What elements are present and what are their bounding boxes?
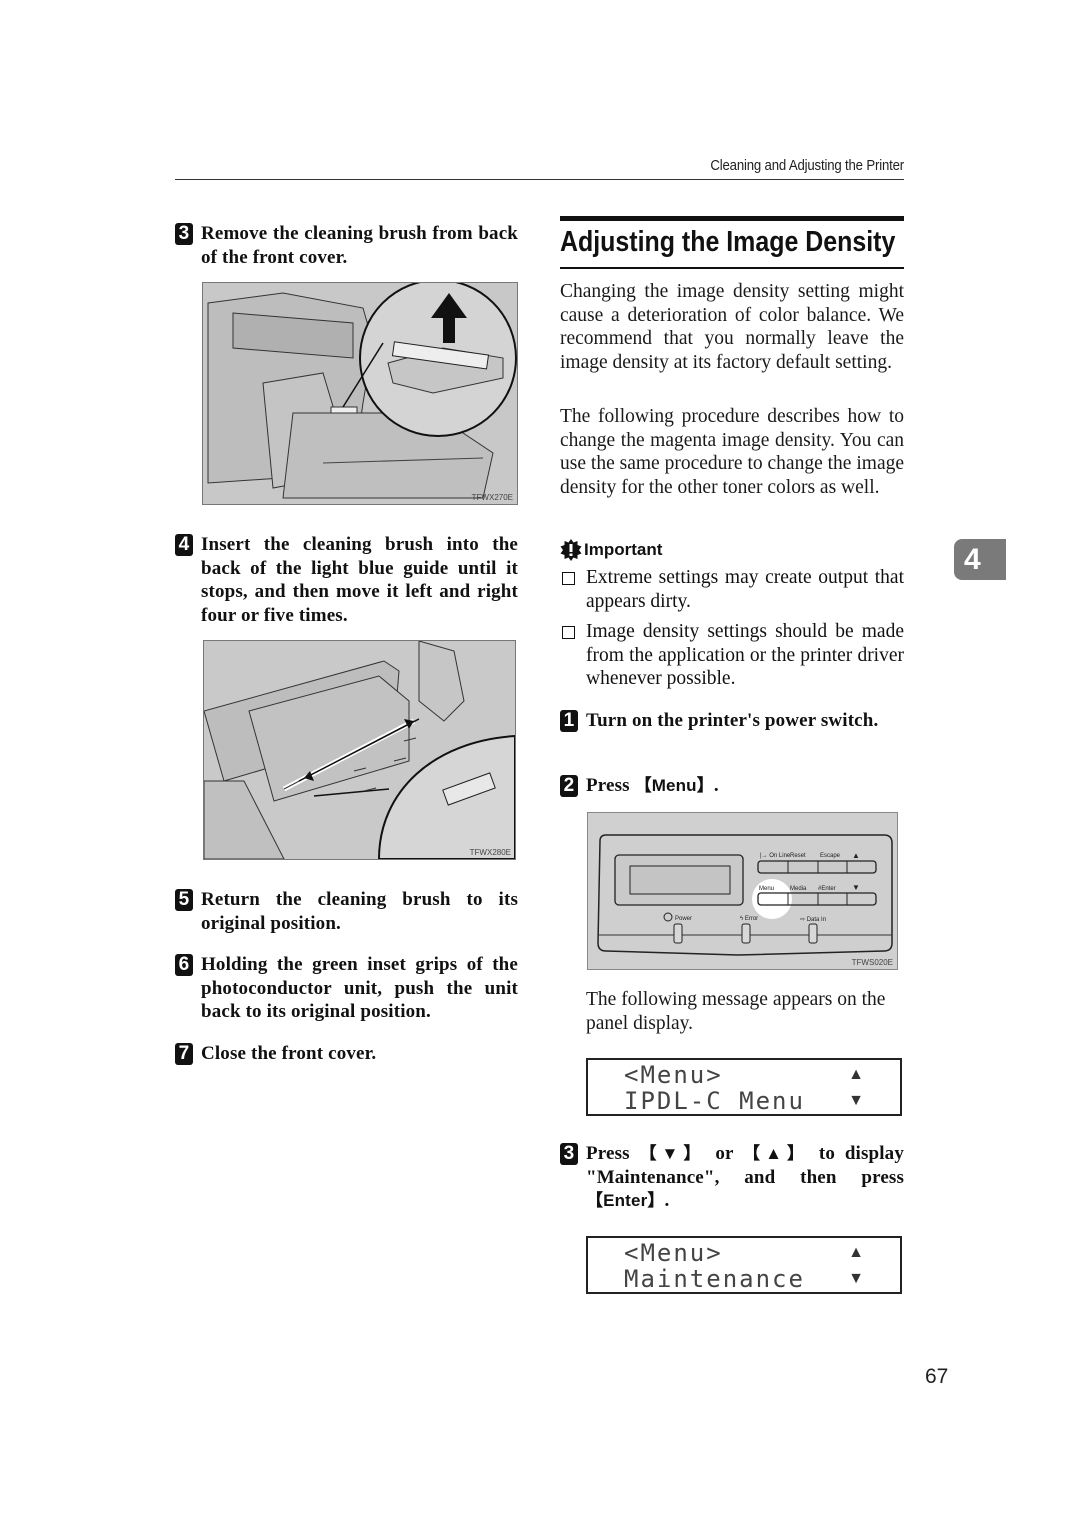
figure-code: TFWX280E [469,848,511,857]
figure-brush-insertion: TFWX280E [203,640,516,860]
menu-label: Menu [759,886,774,892]
important-icon [560,539,582,561]
figure-code: TFWS020E [851,958,893,967]
lcd-down-arrow-icon: ▼ [848,1270,864,1287]
step-number: 5 [175,889,193,911]
data-in-label: ⇨ Data In [800,917,826,923]
lcd-line-2: Maintenance [624,1265,805,1293]
down-arrow-label: ▼ [852,883,860,892]
step-1-power-on: 1 Turn on the printer's power switch. [560,709,904,733]
lcd-line-2: IPDL-C Menu [624,1087,805,1115]
step-text: Return the cleaning brush to its origina… [201,889,518,934]
important-heading: Important [560,539,662,561]
checkbox-bullet-icon [562,572,575,585]
step-text: . [664,1190,670,1211]
lcd-up-arrow-icon: ▲ [848,1244,864,1261]
lcd-up-arrow-icon: ▲ [848,1066,864,1083]
on-line-label: |→ On Line [760,853,791,859]
step-6-push-unit: 6 Holding the green inset grips of the p… [175,953,518,1024]
step-7-close-cover: 7 Close the front cover. [175,1042,518,1066]
menu-key-label: 【Menu】 [634,776,714,795]
power-label: Power [675,916,692,922]
step-5-return-brush: 5 Return the cleaning brush to its origi… [175,888,518,935]
step-text: Press [586,1143,640,1164]
up-arrow-label: ▲ [852,851,860,860]
step-number: 7 [175,1043,193,1065]
step-number: 3 [560,1143,578,1165]
section-title: Adjusting the Image Density [560,226,896,258]
figure-control-panel: |→ On Line Reset Escape ▲ Menu Media #En… [587,812,898,970]
page-number: 67 [925,1365,949,1388]
chapter-tab[interactable]: 4 [954,539,1006,580]
section-title-rule-top [560,216,904,221]
step-3-select-maintenance: 3 Press 【▼】 or 【▲】 to display "Maintenan… [560,1142,904,1213]
printer-illustration-2 [204,641,515,859]
step-number: 3 [175,223,193,245]
enter-key-label: 【Enter】 [586,1191,665,1210]
lcd-display-maintenance: <Menu> Maintenance ▲ ▼ [586,1236,902,1294]
section-title-rule-bottom [560,267,904,269]
reset-label: Reset [790,853,806,859]
figure-code: TFWX270E [471,493,513,502]
important-item-text: Extreme settings may create output that … [586,567,904,612]
enter-label: #Enter [818,886,836,892]
step-number: 4 [175,534,193,556]
step-text: Close the front cover. [201,1043,377,1064]
step-4-insert-brush: 4 Insert the cleaning brush into the bac… [175,533,518,627]
step-text: or [705,1143,744,1164]
important-item: Image density settings should be made fr… [560,620,904,691]
step-3-remove-brush: 3 Remove the cleaning brush from back of… [175,222,518,269]
step-number: 2 [560,775,578,797]
printer-illustration-1 [203,283,517,504]
media-label: Media [790,886,807,892]
after-panel-text: The following message appears on the pan… [586,989,886,1034]
error-label: ϟ Error [740,916,758,922]
step-text: Turn on the printer's power switch. [586,710,879,731]
step-text: Remove the cleaning brush from back of t… [201,223,518,268]
down-key-label: 【▼】 [639,1144,706,1163]
checkbox-bullet-icon [562,626,575,639]
lcd-line-1: <Menu> [624,1239,723,1267]
step-number: 1 [560,710,578,732]
up-key-label: 【▲】 [743,1144,810,1163]
step-2-press-menu: 2 Press 【Menu】. [560,774,904,798]
important-item-text: Image density settings should be made fr… [586,621,904,689]
header-rule [175,179,904,180]
intro-paragraph-1: Changing the image density setting might… [560,281,904,373]
lcd-line-1: <Menu> [624,1061,723,1089]
step-text: Press [586,775,635,796]
step-text: Holding the green inset grips of the pho… [201,954,518,1022]
step-text-suffix: . [713,775,719,796]
lcd-display-ipdl: <Menu> IPDL-C Menu ▲ ▼ [586,1058,902,1116]
running-head: Cleaning and Adjusting the Printer [710,157,904,174]
step-number: 6 [175,954,193,976]
intro-paragraph-2: The following procedure describes how to… [560,406,904,498]
step-text: Insert the cleaning brush into the back … [201,534,518,626]
lcd-down-arrow-icon: ▼ [848,1092,864,1109]
important-item: Extreme settings may create output that … [560,566,904,613]
control-panel-illustration: |→ On Line Reset Escape ▲ Menu Media #En… [588,813,897,969]
figure-brush-removal: TFWX270E [202,282,518,505]
escape-label: Escape [820,853,841,859]
important-label: Important [584,540,663,559]
